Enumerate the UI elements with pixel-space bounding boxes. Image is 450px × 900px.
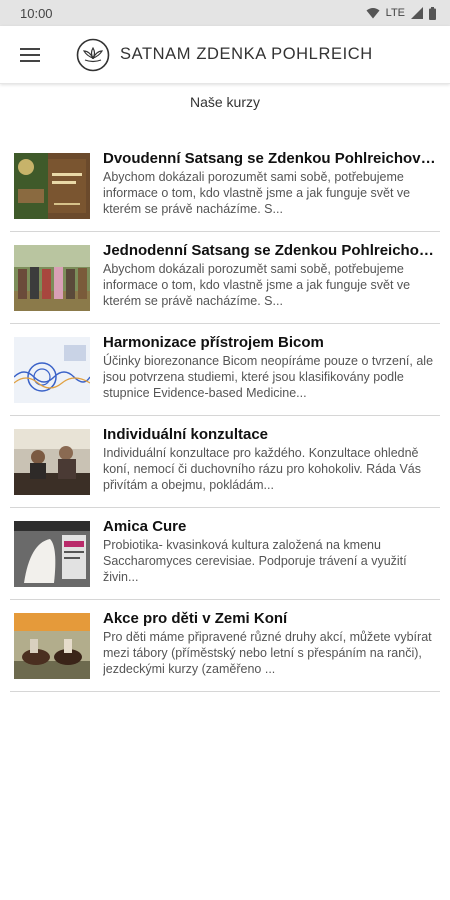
- course-title: Harmonizace přístrojem Bicom: [103, 334, 324, 351]
- amica-cure-thumbnail: [14, 521, 90, 587]
- status-bar: 10:00 LTE: [0, 0, 450, 26]
- lotus-logo-icon: [76, 38, 110, 71]
- course-title: Amica Cure: [103, 518, 187, 535]
- app-bar: SATNAM ZDENKA POHLREICH: [0, 26, 450, 84]
- course-title: Akce pro děti v Zemi Koní: [103, 610, 288, 627]
- status-icons: LTE: [366, 6, 436, 20]
- network-label: LTE: [385, 7, 405, 19]
- section-title: Naše kurzy: [189, 94, 261, 110]
- course-title: Dvoudenní Satsang se Zdenkou Pohlreichov…: [103, 150, 438, 167]
- horse-riding-thumbnail: [14, 613, 90, 679]
- satsang-poster-thumbnail: [14, 153, 90, 219]
- hamburger-menu-icon: [20, 47, 40, 62]
- bicom-waves-thumbnail: [14, 337, 90, 403]
- signal-icon: [411, 7, 423, 19]
- course-description: Probiotika- kvasinková kultura založená …: [103, 538, 407, 584]
- course-description: Abychom dokázali porozumět sami sobě, po…: [103, 262, 411, 308]
- group-photo-thumbnail: [14, 245, 90, 311]
- course-description: Individuální konzultace pro každého. Kon…: [103, 446, 421, 492]
- app-title: SATNAM ZDENKA POHLREICH: [120, 45, 373, 63]
- course-title: Jednodenní Satsang se Zdenkou Pohlreicho…: [103, 242, 438, 259]
- course-description: Pro děti máme připravené různé druhy akc…: [103, 630, 432, 676]
- course-description: Účinky biorezonance Bicom neopíráme pouz…: [103, 354, 434, 400]
- wifi-icon: [366, 8, 380, 19]
- course-item-dvoudenni-satsang[interactable]: Dvoudenní Satsang se Zdenkou Pohlreichov…: [10, 140, 440, 232]
- course-item-amica-cure[interactable]: Amica Cure Probiotika- kvasinková kultur…: [10, 508, 440, 600]
- course-description: Abychom dokázali porozumět sami sobě, po…: [103, 170, 411, 216]
- course-item-konzultace[interactable]: Individuální konzultace Individuální kon…: [10, 416, 440, 508]
- course-item-akce-pro-deti[interactable]: Akce pro děti v Zemi Koní Pro děti máme …: [10, 600, 440, 692]
- course-item-bicom[interactable]: Harmonizace přístrojem Bicom Účinky bior…: [10, 324, 440, 416]
- consultation-photo-thumbnail: [14, 429, 90, 495]
- course-list: Dvoudenní Satsang se Zdenkou Pohlreichov…: [10, 140, 440, 692]
- course-item-jednodenni-satsang[interactable]: Jednodenní Satsang se Zdenkou Pohlreicho…: [10, 232, 440, 324]
- menu-button[interactable]: [0, 26, 60, 84]
- battery-icon: [429, 6, 436, 20]
- course-title: Individuální konzultace: [103, 426, 269, 443]
- status-time: 10:00: [20, 5, 53, 21]
